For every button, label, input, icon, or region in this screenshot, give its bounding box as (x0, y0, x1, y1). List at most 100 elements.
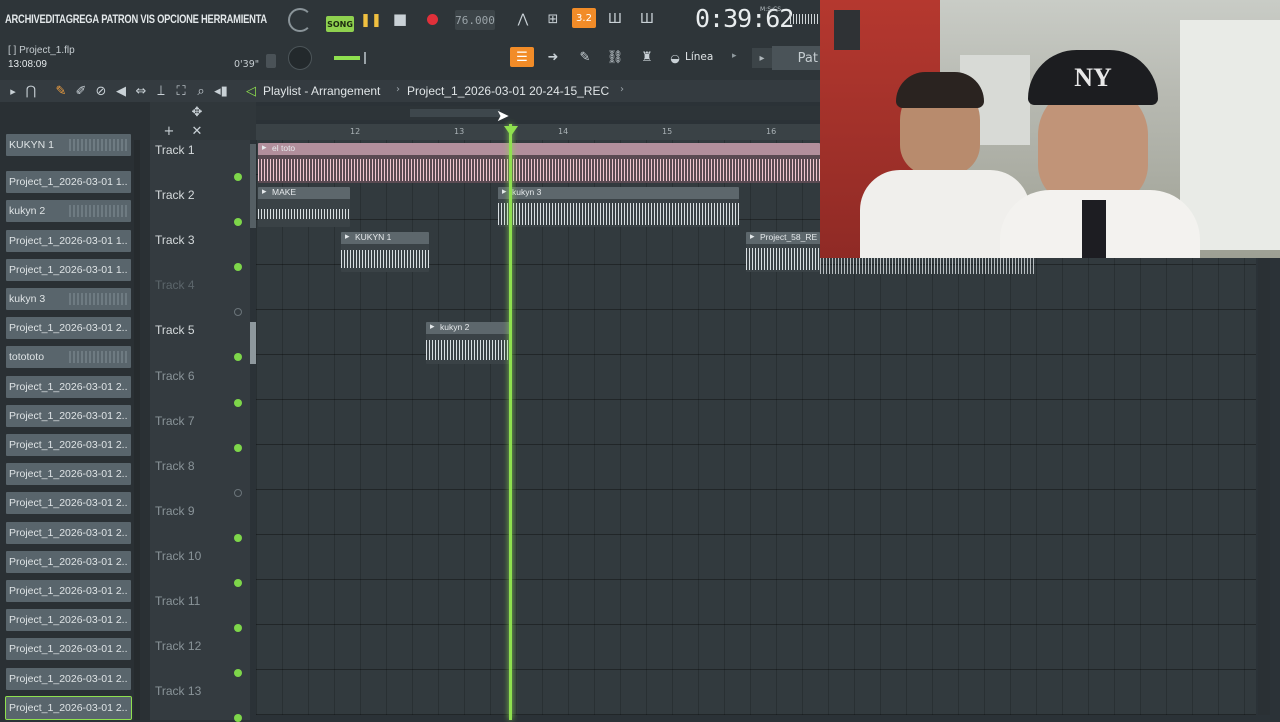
browser-item[interactable]: totototo (6, 346, 131, 369)
pencil-icon[interactable]: ✎ (50, 81, 72, 101)
browser-item[interactable]: Project_1_2026-03-01 1.. (6, 229, 131, 252)
menu-tools[interactable]: HERRAMIENTA (201, 12, 267, 26)
browser-item[interactable]: Project_1_2026-03-01 2.. (6, 550, 131, 573)
browser-item[interactable]: Project_1_2026-03-01 2.. (5, 695, 132, 720)
track-mute-led[interactable] (234, 533, 242, 542)
arrow-right-icon[interactable]: ➜ (542, 47, 564, 67)
browser-item[interactable]: kukyn 3 (6, 288, 131, 310)
playback-icon[interactable]: ◂▮ (210, 81, 232, 101)
track-mute-led[interactable] (234, 173, 242, 181)
stamp-icon[interactable]: ♜ (636, 47, 658, 67)
clip-kukyn-3[interactable]: kukyn 3 (498, 187, 739, 227)
track-name[interactable]: Track 6 (155, 369, 195, 383)
close-icon[interactable]: ✕ (186, 121, 208, 141)
clip-kukyn-2[interactable]: kukyn 2 (426, 322, 512, 364)
track-mute-led[interactable] (234, 443, 242, 452)
timeline-ruler[interactable]: 12 13 14 15 16 (256, 124, 820, 140)
playhead-marker-icon[interactable] (504, 126, 518, 136)
delete-icon[interactable]: ⊘ (90, 81, 112, 101)
link-icon[interactable]: ⛓ (604, 47, 626, 67)
pattern-selector[interactable]: Pat (772, 46, 820, 70)
browser-item[interactable]: Project_1_2026-03-01 2.. (6, 521, 131, 544)
mute-icon[interactable]: ◀ (110, 81, 132, 101)
browser-item[interactable]: kukyn 2 (6, 200, 131, 223)
playhead[interactable] (509, 124, 512, 720)
browser-item[interactable]: Project_1_2026-03-01 1.. (6, 171, 131, 194)
browser-scrollbar[interactable] (134, 140, 140, 720)
blend-notes-icon[interactable]: Ш (604, 9, 626, 29)
overview-strip[interactable] (256, 106, 820, 120)
clip-waveform-continued[interactable] (820, 258, 1035, 274)
add-track-icon[interactable]: + (158, 121, 180, 141)
tempo-display[interactable]: 76.000 (455, 10, 495, 30)
track-name[interactable]: Track 10 (155, 549, 201, 563)
stop-button[interactable]: ■ (389, 9, 411, 29)
play-pattern-icon[interactable]: ◁ (240, 81, 262, 101)
playlist-window-button[interactable]: ☰ (510, 47, 534, 67)
browser-item[interactable]: Project_1_2026-03-01 2.. (6, 667, 131, 690)
slip-icon[interactable]: ⇔ (130, 81, 152, 101)
metronome-icon[interactable]: ⋀ (512, 9, 534, 29)
overview-scroll-thumb[interactable] (410, 109, 500, 117)
breadcrumb-current[interactable]: Project_1_2026-03-01 20-24-15_REC (407, 84, 609, 98)
track-name[interactable]: Track 2 (155, 188, 195, 202)
clip-make[interactable]: MAKE (258, 187, 350, 227)
track-mute-led[interactable] (234, 624, 242, 632)
menu-add[interactable]: GREGA (66, 12, 99, 26)
track-mute-led[interactable] (234, 578, 242, 587)
snap-mode-select[interactable]: Línea (685, 51, 713, 63)
magnet-icon[interactable]: ◒ (664, 48, 686, 68)
select-icon[interactable]: ⛶ (170, 81, 192, 101)
loop-record-icon[interactable]: Ш (636, 9, 658, 29)
browser-item[interactable]: Project_1_2026-03-01 2.. (6, 609, 131, 632)
track-mute-led[interactable] (234, 714, 242, 722)
record-button[interactable] (427, 14, 438, 25)
song-mode-button[interactable]: SONG (326, 16, 354, 32)
browser-item[interactable]: Project_1_2026-03-01 1.. (6, 258, 131, 281)
track-mute-led[interactable] (234, 488, 242, 497)
track-name[interactable]: Track 9 (155, 504, 195, 518)
track-name[interactable]: Track 1 (155, 143, 195, 157)
brush-icon[interactable]: ✐ (70, 81, 92, 101)
track-name[interactable]: Track 7 (155, 414, 195, 428)
track-name[interactable]: Track 5 (155, 323, 195, 337)
track-name[interactable]: Track 11 (155, 594, 200, 608)
pause-button[interactable]: ❚❚ (360, 10, 382, 30)
track-mute-led[interactable] (234, 398, 242, 407)
browser-item[interactable]: Project_1_2026-03-01 2.. (6, 404, 131, 427)
browser-item[interactable]: Project_1_2026-03-01 2.. (6, 463, 131, 486)
clip-kukyn-1[interactable]: KUKYN 1 (341, 232, 429, 272)
track-name[interactable]: Track 8 (155, 459, 195, 473)
track-selector-strip-5[interactable] (250, 322, 256, 364)
clip-el-toto[interactable]: el toto (258, 143, 820, 183)
menu-file[interactable]: ARCHIV (5, 12, 40, 26)
magnet-snap-icon[interactable]: ⋂ (20, 81, 42, 101)
browser-item[interactable]: Project_1_2026-03-01 2.. (6, 434, 131, 456)
step-edit-button[interactable]: 3.2 (572, 8, 596, 28)
slice-icon[interactable]: ⟘ (150, 81, 172, 101)
browser-item[interactable]: Project_1_2026-03-01 2.. (6, 492, 131, 515)
menu-edit[interactable]: EDITA (39, 12, 65, 26)
menu-options[interactable]: OPCIONE (157, 12, 199, 26)
pencil-tool-icon[interactable]: ✎ (574, 47, 596, 67)
browser-item[interactable]: Project_1_2026-03-01 2.. (6, 375, 131, 398)
browser-item[interactable]: Project_1_2026-03-01 2.. (6, 580, 131, 602)
master-pitch-slider[interactable] (334, 56, 360, 60)
master-volume-knob[interactable] (288, 46, 312, 70)
wait-for-input-icon[interactable]: ⊞ (542, 9, 564, 29)
browser-item[interactable]: KUKYN 1 (6, 134, 131, 156)
track-name[interactable]: Track 13 (155, 684, 201, 698)
track-name[interactable]: Track 4 (155, 278, 195, 292)
menu-patterns[interactable]: PATRON (101, 12, 138, 26)
browser-item[interactable]: Project_1_2026-03-01 2.. (6, 638, 131, 661)
track-selector-strip[interactable] (250, 144, 256, 228)
track-name[interactable]: Track 3 (155, 233, 195, 247)
browser-item[interactable]: Project_1_2026-03-01 2.. (6, 317, 131, 340)
slider-handle[interactable] (364, 52, 366, 64)
menu-view[interactable]: VIS (140, 12, 155, 26)
zoom-icon[interactable]: ⌕ (190, 81, 212, 101)
track-name[interactable]: Track 12 (155, 639, 201, 653)
clip-project-58[interactable]: Project_58_RE (746, 232, 820, 272)
snap-dropdown-chevron-icon[interactable]: ▸ (732, 51, 737, 61)
pattern-arrow-icon[interactable]: ▸ (752, 48, 772, 68)
